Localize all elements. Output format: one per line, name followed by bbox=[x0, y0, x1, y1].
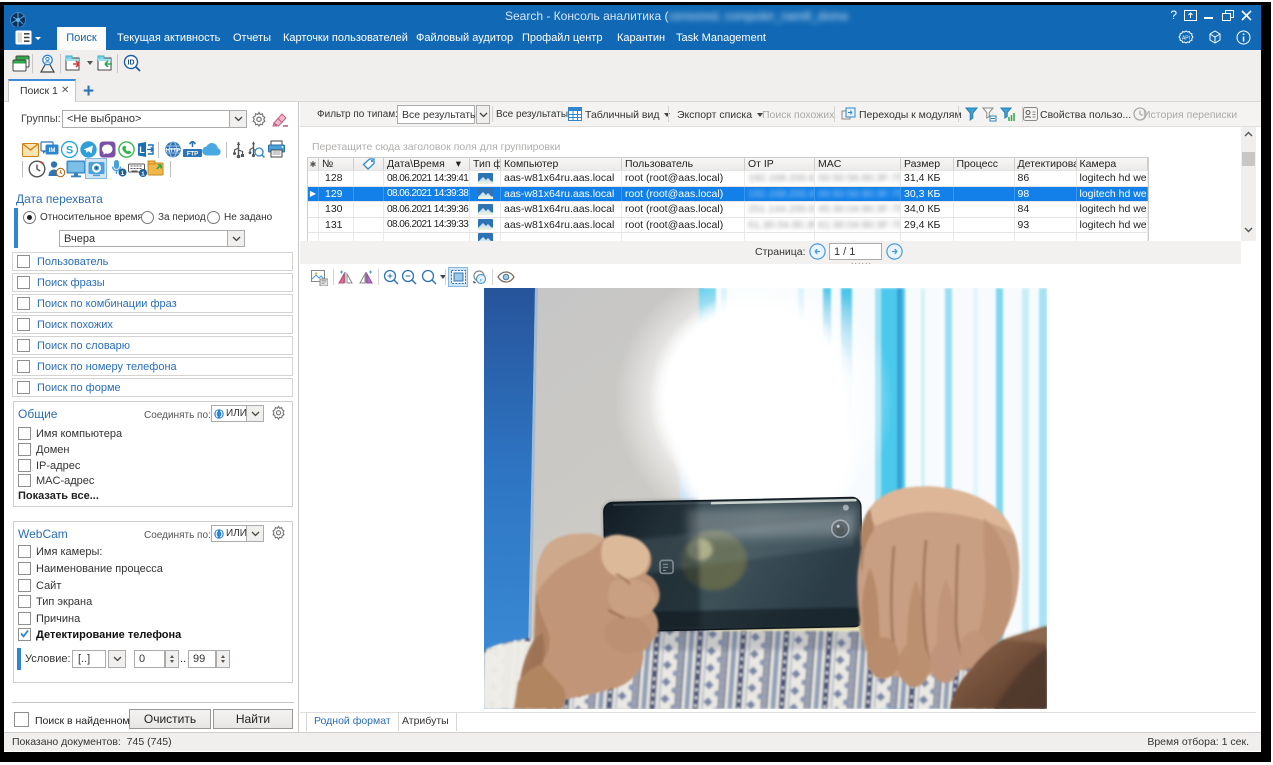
svg-text:FTP: FTP bbox=[187, 152, 198, 158]
svg-text:IM: IM bbox=[49, 148, 56, 154]
svg-text:i: i bbox=[141, 171, 145, 178]
svg-text:i: i bbox=[121, 170, 125, 177]
svg-text:ID: ID bbox=[128, 60, 135, 67]
svg-text:API: API bbox=[1182, 36, 1190, 42]
svg-text:L: L bbox=[139, 145, 145, 155]
svg-text:S: S bbox=[66, 145, 73, 157]
svg-text:HTTP: HTTP bbox=[166, 148, 181, 154]
